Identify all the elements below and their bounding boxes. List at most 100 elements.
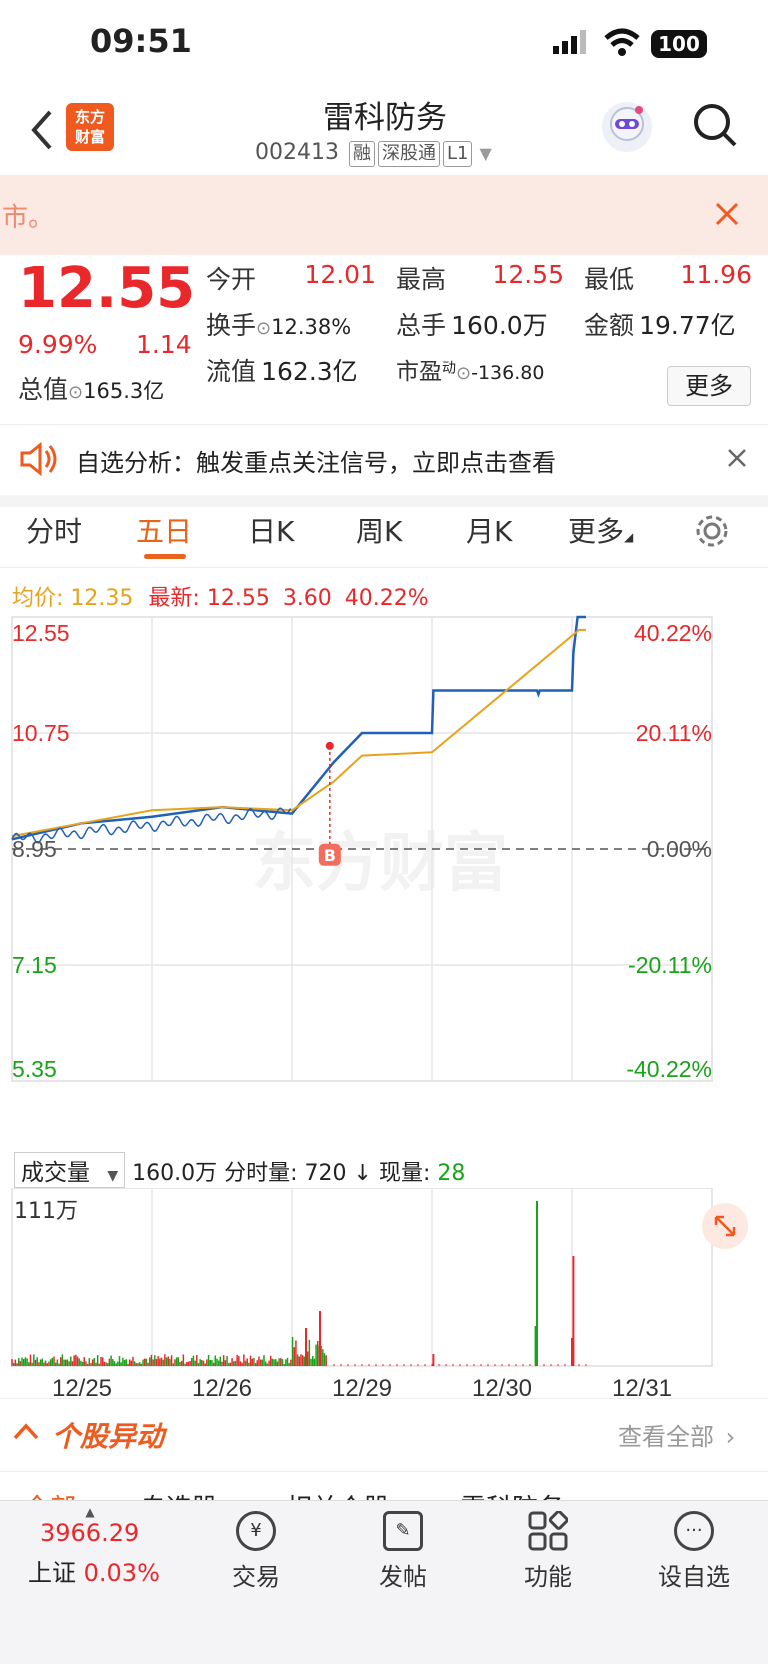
y-tick-right: -40.22% bbox=[626, 1056, 712, 1082]
close-icon[interactable] bbox=[726, 447, 748, 473]
high-label: 最高 bbox=[396, 265, 447, 294]
price-chart[interactable]: 东方财富 B 12.55 40.22% 10.75 20.11% 8.95 0.00% 7.… bbox=[0, 615, 768, 1145]
active-tab-indicator bbox=[144, 554, 186, 559]
float-cap: 流值 162.3亿 bbox=[206, 352, 358, 388]
low-value: 11.96 bbox=[680, 260, 752, 289]
pe-value: -136.80 bbox=[471, 362, 545, 384]
battery-icon: 100 bbox=[651, 30, 707, 58]
current-price: 12.55 bbox=[18, 256, 196, 321]
volume-chart[interactable]: 12/25 12/26 12/29 12/30 12/31 bbox=[0, 1188, 768, 1403]
volume-max-label: 111万 bbox=[14, 1199, 78, 1224]
pe-label: 市盈 bbox=[396, 359, 442, 385]
caret-down-icon: ▼ bbox=[107, 1168, 119, 1184]
movement-section: 个股异动 查看全部 › bbox=[0, 1398, 768, 1472]
y-tick-left: 7.15 bbox=[12, 952, 57, 978]
index-widget[interactable]: ▲ 3966.29 上证 0.03% bbox=[20, 1505, 170, 1588]
avg-value: 12.35 bbox=[70, 586, 134, 611]
status-time: 09:51 bbox=[90, 22, 192, 60]
y-tick-left: 8.95 bbox=[12, 836, 57, 862]
gear-icon[interactable] bbox=[694, 513, 730, 553]
more-button[interactable]: 更多 bbox=[667, 366, 751, 406]
app-header: 东方 财富 雷科防务 002413 融深股通 L1 ▼ bbox=[0, 88, 768, 174]
nav-add-watchlist-label: 设自选 bbox=[658, 1563, 730, 1591]
latest-change: 3.60 bbox=[282, 586, 332, 611]
tab-weekly-k[interactable]: 周K bbox=[356, 510, 402, 550]
nav-add-watchlist[interactable]: ··· 设自选 bbox=[634, 1511, 754, 1592]
close-icon[interactable] bbox=[714, 201, 740, 231]
change-percent: 9.99% bbox=[18, 330, 98, 359]
latest-label: 最新: bbox=[148, 586, 200, 611]
y-tick-left: 5.35 bbox=[12, 1056, 57, 1082]
status-bar: 09:51 100 bbox=[0, 0, 768, 90]
volume-label: 总手 bbox=[396, 311, 447, 340]
more-dots-icon: ··· bbox=[674, 1511, 714, 1551]
announcement-banner[interactable]: 市。 bbox=[0, 175, 768, 255]
tab-more[interactable]: 更多◢ bbox=[568, 510, 633, 550]
stock-meta: 002413 融深股通 L1 ▼ bbox=[255, 140, 492, 167]
robot-assistant-icon[interactable] bbox=[602, 102, 652, 152]
bottom-nav: ▲ 3966.29 上证 0.03% ¥ 交易 ✎ 发帖 功能 ··· 设自选 bbox=[0, 1500, 768, 1664]
signal-icon bbox=[553, 30, 589, 58]
chevron-down-icon[interactable]: ▼ bbox=[479, 144, 491, 163]
chevron-right-icon: › bbox=[725, 1423, 736, 1451]
info-icon[interactable]: ⊙ bbox=[68, 382, 83, 403]
chevron-up-icon[interactable] bbox=[12, 1421, 40, 1445]
yen-icon: ¥ bbox=[236, 1511, 276, 1551]
search-icon[interactable] bbox=[692, 102, 738, 152]
nav-post[interactable]: ✎ 发帖 bbox=[343, 1511, 463, 1592]
expand-icon[interactable] bbox=[702, 1203, 748, 1249]
volume-selector[interactable]: 成交量 ▼ bbox=[14, 1152, 126, 1188]
low-label: 最低 bbox=[584, 265, 635, 294]
info-icon[interactable]: ⊙ bbox=[456, 363, 471, 384]
y-tick-right: 0.00% bbox=[647, 836, 712, 862]
index-value: 3966.29 bbox=[40, 1519, 140, 1547]
quote-panel: 12.55 9.99% 1.14 总值⊙165.3亿 今开 12.01 最高 1… bbox=[0, 256, 768, 424]
open-label: 今开 bbox=[206, 265, 257, 294]
y-tick-right: 40.22% bbox=[634, 620, 712, 646]
nav-trade-label: 交易 bbox=[232, 1563, 280, 1591]
volume-header: 成交量 ▼ 160.0万 分时量: 720 ↓ 现量: 28 bbox=[14, 1152, 465, 1188]
volume-total: 160.0万 bbox=[132, 1161, 218, 1186]
amount: 金额 19.77亿 bbox=[584, 306, 736, 342]
nav-trade[interactable]: ¥ 交易 bbox=[196, 1511, 316, 1592]
y-tick-left: 10.75 bbox=[12, 720, 70, 746]
float-label: 流值 bbox=[206, 357, 257, 386]
speaker-icon bbox=[18, 441, 58, 481]
edit-icon: ✎ bbox=[383, 1511, 423, 1551]
volume-value: 160.0万 bbox=[451, 311, 548, 340]
nav-functions[interactable]: 功能 bbox=[488, 1510, 608, 1592]
info-icon[interactable]: ⊙ bbox=[256, 318, 271, 339]
amount-label: 金额 bbox=[584, 311, 635, 340]
pe-ratio: 市盈动⊙-136.80 bbox=[396, 352, 544, 386]
view-all-link[interactable]: 查看全部 › bbox=[618, 1417, 735, 1452]
banner-text: 市。 bbox=[2, 203, 55, 233]
tag-level: L1 bbox=[442, 141, 473, 167]
tick-volume-label: 分时量: bbox=[224, 1161, 298, 1186]
pe-sup: 动 bbox=[442, 360, 456, 377]
change-amount: 1.14 bbox=[136, 330, 192, 359]
tab-five-day[interactable]: 五日 bbox=[136, 510, 192, 550]
back-icon[interactable] bbox=[28, 108, 54, 156]
stock-name: 雷科防务 bbox=[323, 100, 447, 136]
grid-icon bbox=[528, 1510, 569, 1551]
avg-label: 均价: bbox=[12, 586, 64, 611]
tag-connect: 深股通 bbox=[377, 141, 440, 167]
volume-selector-label: 成交量 bbox=[21, 1160, 90, 1186]
tab-daily-k[interactable]: 日K bbox=[248, 510, 294, 550]
stock-code: 002413 bbox=[255, 140, 339, 165]
caret-up-icon: ▲ bbox=[85, 1505, 95, 1519]
volume-frame bbox=[11, 1188, 713, 1367]
high-value: 12.55 bbox=[492, 260, 564, 289]
view-all-label: 查看全部 bbox=[618, 1423, 714, 1451]
nav-functions-label: 功能 bbox=[524, 1563, 572, 1591]
now-volume-value: 28 bbox=[437, 1161, 466, 1186]
latest-value: 12.55 bbox=[206, 586, 270, 611]
tab-intraday[interactable]: 分时 bbox=[26, 510, 82, 550]
now-volume-label: 现量: bbox=[378, 1161, 431, 1186]
float-value: 162.3亿 bbox=[261, 357, 358, 386]
tab-monthly-k[interactable]: 月K bbox=[466, 510, 512, 550]
latest-percent: 40.22% bbox=[344, 586, 429, 611]
index-name: 上证 bbox=[28, 1559, 76, 1587]
turnover-value: 12.38% bbox=[271, 315, 352, 339]
tick-volume-value: 720 bbox=[304, 1161, 347, 1186]
